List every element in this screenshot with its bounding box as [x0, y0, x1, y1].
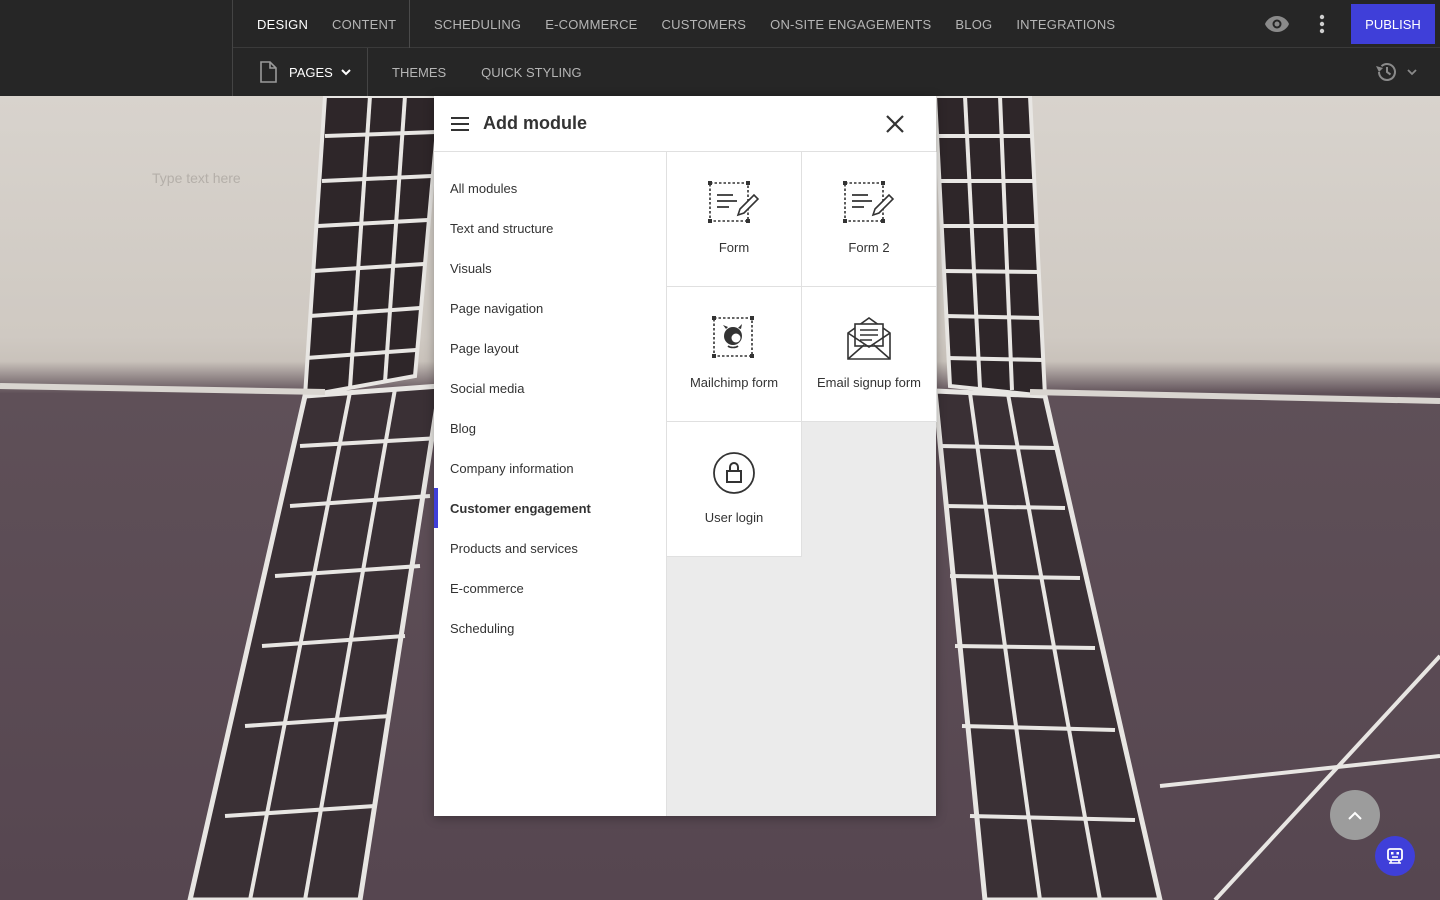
publish-button[interactable]: PUBLISH	[1351, 4, 1435, 44]
add-module-panel: Add module All modules Text and structur…	[434, 96, 937, 816]
category-list: All modules Text and structure Visuals P…	[434, 152, 666, 816]
chevron-up-icon	[1348, 811, 1362, 820]
mode-tabs: DESIGN CONTENT	[257, 0, 420, 48]
tab-scheduling[interactable]: SCHEDULING	[434, 17, 521, 32]
tab-content[interactable]: CONTENT	[332, 17, 396, 32]
category-text-and-structure[interactable]: Text and structure	[434, 208, 666, 248]
tab-integrations[interactable]: INTEGRATIONS	[1016, 17, 1115, 32]
tab-customers[interactable]: CUSTOMERS	[662, 17, 747, 32]
mailchimp-icon	[712, 315, 756, 361]
tab-design[interactable]: DESIGN	[257, 17, 308, 32]
canvas-text-placeholder[interactable]: Type text here	[152, 170, 241, 186]
module-tile-user-login[interactable]: User login	[667, 422, 802, 557]
history-icon[interactable]	[1370, 58, 1420, 86]
category-all-modules[interactable]: All modules	[434, 168, 666, 208]
logo-area	[0, 0, 233, 96]
category-e-commerce[interactable]: E-commerce	[434, 568, 666, 608]
envelope-icon	[846, 315, 892, 361]
tab-on-site-engagements[interactable]: ON-SITE ENGAGEMENTS	[770, 17, 931, 32]
preview-eye-icon[interactable]	[1264, 12, 1290, 36]
category-products-and-services[interactable]: Products and services	[434, 528, 666, 568]
pages-dropdown[interactable]: PAGES	[233, 48, 368, 96]
menu-icon[interactable]	[451, 116, 469, 131]
form-icon	[843, 180, 895, 226]
module-grid: Form Form 2 Mailchimp form Email signup …	[666, 152, 937, 816]
toolbar-divider	[409, 0, 410, 48]
category-social-media[interactable]: Social media	[434, 368, 666, 408]
category-blog[interactable]: Blog	[434, 408, 666, 448]
module-tile-form[interactable]: Form	[667, 152, 802, 287]
style-tabs: THEMES QUICK STYLING	[392, 48, 617, 96]
tab-themes[interactable]: THEMES	[392, 65, 446, 80]
tab-quick-styling[interactable]: QUICK STYLING	[481, 65, 581, 80]
module-label: Email signup form	[816, 375, 922, 390]
category-scheduling[interactable]: Scheduling	[434, 608, 666, 648]
close-icon[interactable]	[886, 115, 904, 133]
module-label: Form 2	[848, 240, 890, 255]
panel-header: Add module	[434, 96, 936, 152]
category-page-layout[interactable]: Page layout	[434, 328, 666, 368]
assistant-chat-button[interactable]	[1375, 836, 1415, 876]
module-tile-form-2[interactable]: Form 2	[802, 152, 937, 287]
module-label: Mailchimp form	[689, 375, 779, 390]
tab-e-commerce[interactable]: E-COMMERCE	[545, 17, 637, 32]
category-customer-engagement[interactable]: Customer engagement	[434, 488, 666, 528]
category-page-navigation[interactable]: Page navigation	[434, 288, 666, 328]
module-tile-email-signup-form[interactable]: Email signup form	[802, 287, 937, 422]
form-icon	[708, 180, 760, 226]
more-vertical-icon[interactable]	[1312, 12, 1332, 36]
chevron-down-icon	[1407, 68, 1417, 75]
tab-blog[interactable]: BLOG	[955, 17, 992, 32]
pages-label: PAGES	[289, 64, 333, 80]
panel-title: Add module	[483, 113, 587, 133]
category-visuals[interactable]: Visuals	[434, 248, 666, 288]
main-tabs: SCHEDULING E-COMMERCE CUSTOMERS ON-SITE …	[434, 0, 1139, 48]
module-label: Form	[718, 240, 750, 255]
scroll-to-top-button[interactable]	[1330, 790, 1380, 840]
lock-icon	[712, 450, 756, 496]
module-label: User login	[704, 510, 764, 525]
page-icon	[260, 61, 277, 83]
category-company-information[interactable]: Company information	[434, 448, 666, 488]
chevron-down-icon	[341, 68, 351, 75]
module-tile-mailchimp-form[interactable]: Mailchimp form	[667, 287, 802, 422]
robot-icon	[1387, 848, 1403, 864]
